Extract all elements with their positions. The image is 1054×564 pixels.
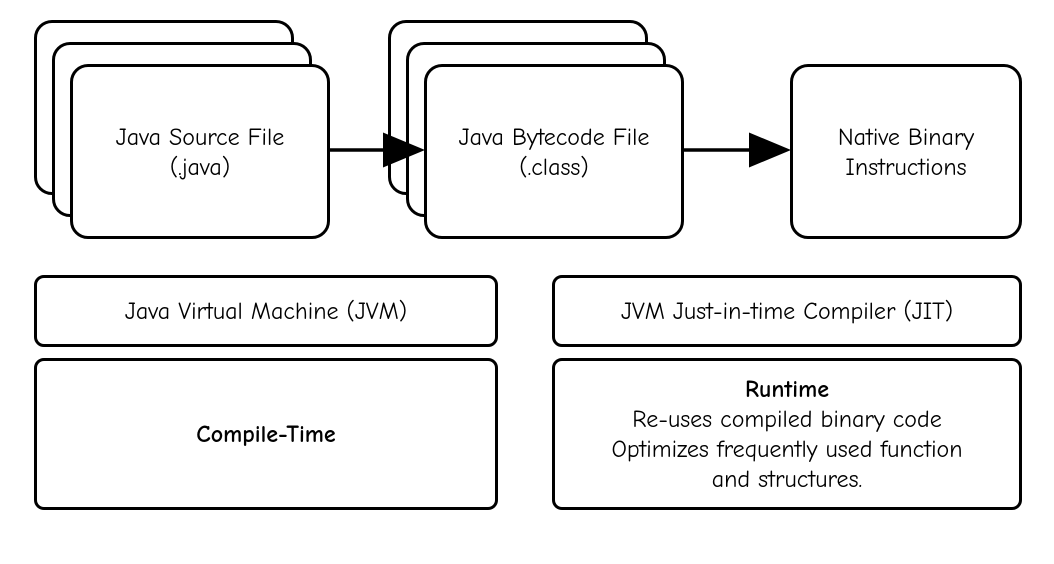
- compile-time-label: Compile-Time: [196, 419, 335, 449]
- native-binary-line2: Instructions: [845, 152, 966, 182]
- native-binary-node: Native Binary Instructions: [790, 64, 1022, 239]
- runtime-title: Runtime: [745, 374, 829, 404]
- bytecode-file-line2: (.class): [519, 152, 588, 182]
- source-file-line1: Java Source File: [116, 122, 285, 152]
- runtime-line4: and structures.: [712, 464, 862, 494]
- bytecode-file-node: Java Bytecode File (.class): [424, 64, 684, 239]
- runtime-line3: Optimizes frequently used function: [611, 434, 962, 464]
- diagram-canvas: Java Source File (.java) Java Bytecode F…: [0, 0, 1054, 564]
- runtime-line2: Re-uses compiled binary code: [632, 404, 941, 434]
- jvm-box: Java Virtual Machine (JVM): [34, 275, 498, 347]
- jit-box: JVM Just-in-time Compiler (JIT): [552, 275, 1022, 347]
- compile-time-box: Compile-Time: [34, 358, 498, 510]
- source-file-node: Java Source File (.java): [70, 64, 330, 239]
- bytecode-file-line1: Java Bytecode File: [459, 122, 650, 152]
- native-binary-line1: Native Binary: [838, 122, 974, 152]
- jit-label: JVM Just-in-time Compiler (JIT): [621, 296, 953, 326]
- runtime-box: Runtime Re-uses compiled binary code Opt…: [552, 358, 1022, 510]
- jvm-label: Java Virtual Machine (JVM): [125, 296, 407, 326]
- source-file-line2: (.java): [170, 152, 230, 182]
